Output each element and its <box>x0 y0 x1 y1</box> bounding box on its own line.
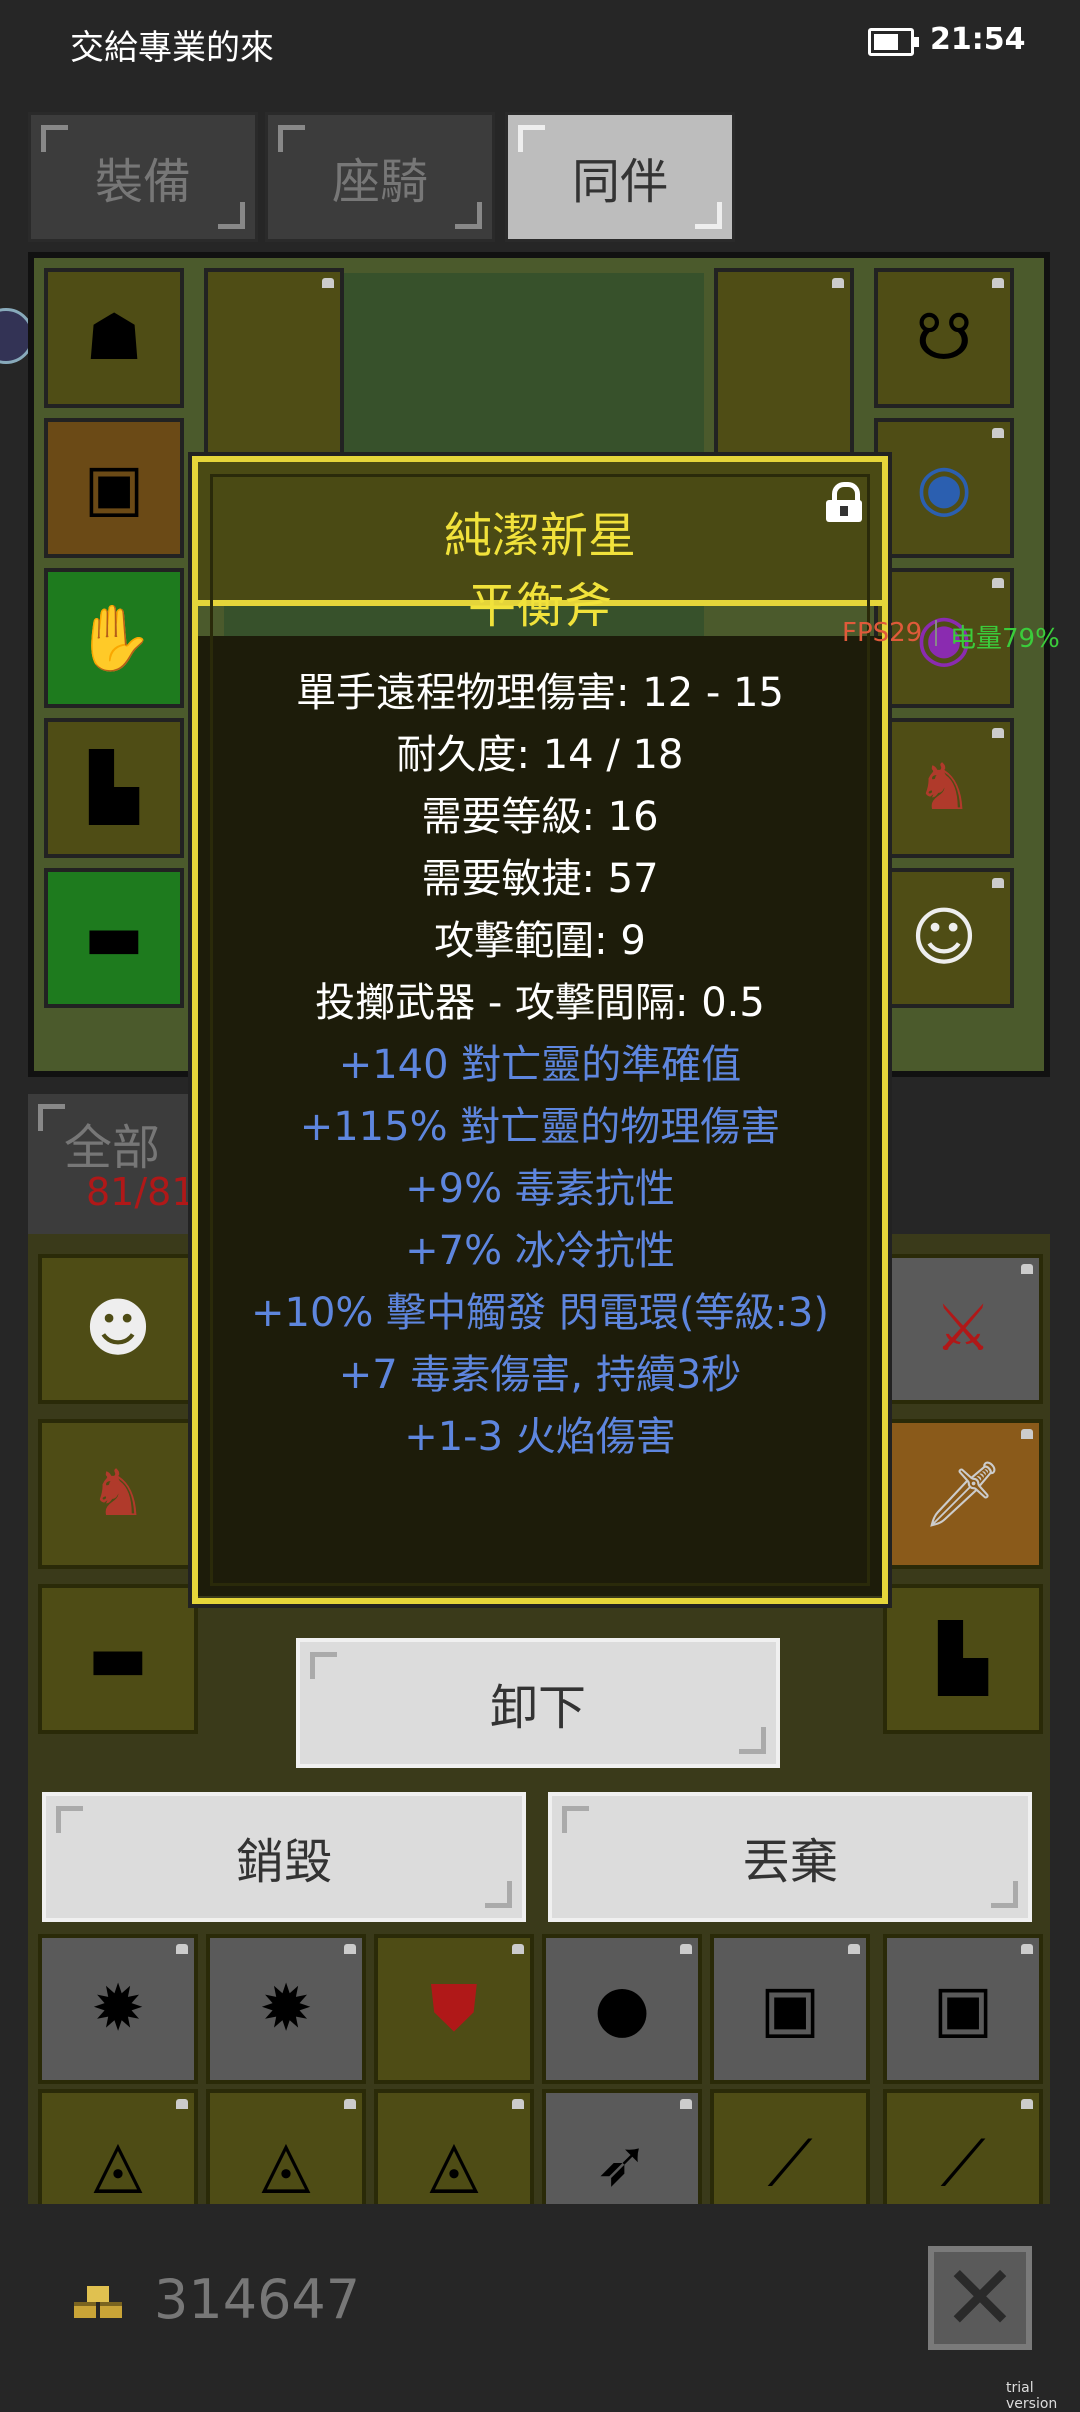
equip-slot-weapon[interactable] <box>204 268 344 488</box>
spiked-shield-icon: ✹ <box>259 1972 313 2046</box>
equip-slot-gloves[interactable]: ✋ <box>44 568 184 708</box>
unequip-button[interactable]: 卸下 <box>296 1638 780 1768</box>
close-icon: ✕ <box>942 2245 1018 2351</box>
item-name: 純潔新星 <box>443 508 636 564</box>
close-button[interactable]: ✕ <box>928 2245 1032 2351</box>
filter-label: 全部 <box>64 1120 161 1176</box>
armor-icon: ▣ <box>759 1972 821 2046</box>
app-title: 交給專業的來 <box>70 28 274 68</box>
cloak-icon: ◬ <box>93 2127 143 2201</box>
lock-icon <box>832 278 844 288</box>
inventory-slot[interactable]: ⟋ <box>710 2089 870 2204</box>
inventory-slot[interactable]: ⚔ <box>883 1254 1043 1404</box>
equip-slot-boots[interactable]: ▙ <box>44 718 184 858</box>
inventory-slot[interactable]: ▣ <box>883 1934 1043 2084</box>
equip-slot-armor[interactable]: ▣ <box>44 418 184 558</box>
boots-icon: ▙ <box>938 1622 988 1696</box>
tab-label: 同伴 <box>571 154 668 210</box>
inventory-slot[interactable]: ◬ <box>206 2089 366 2204</box>
armor-icon: ▣ <box>83 451 145 525</box>
shield-icon: ⛊ <box>430 1972 478 2046</box>
inventory-slot[interactable]: ◬ <box>374 2089 534 2204</box>
equip-slot-charm[interactable]: ♞ <box>874 718 1014 858</box>
scroll-icon: ☻ <box>84 1292 152 1366</box>
item-affix: +10% 擊中觸發 閃電環(等級:3) <box>251 1290 829 1336</box>
equip-slot-pet[interactable]: ☺ <box>874 868 1014 1008</box>
item-stat: 需要敏捷: 57 <box>421 856 659 902</box>
equip-slot-offhand[interactable] <box>714 268 854 488</box>
spiked-shield-icon: ✹ <box>91 1972 145 2046</box>
inventory-slot[interactable]: ➶ <box>542 2089 702 2204</box>
dragon-icon: ♞ <box>89 1457 147 1531</box>
tab-equipment[interactable]: 裝備 <box>28 112 258 242</box>
tab-companion[interactable]: 同伴 <box>505 112 735 242</box>
armor-icon: ▣ <box>932 1972 994 2046</box>
item-stat: 攻擊範圍: 9 <box>434 918 646 964</box>
cloak-icon: ◬ <box>261 2127 311 2201</box>
tab-mount[interactable]: 座騎 <box>265 112 495 242</box>
inventory-slot[interactable]: ▣ <box>710 1934 870 2084</box>
item-affix: +7 毒素傷害, 持續3秒 <box>338 1352 742 1398</box>
helmet-icon: ☗ <box>85 301 143 375</box>
inventory-slot[interactable]: 🗡 <box>883 1419 1043 1569</box>
inventory-count: 81/81 <box>86 1170 196 1214</box>
inventory-slot[interactable]: ✹ <box>38 1934 198 2084</box>
unequip-label: 卸下 <box>489 1680 586 1736</box>
inventory-slot[interactable]: ● <box>542 1934 702 2084</box>
ring-icon: ◉ <box>916 451 972 525</box>
inventory-slot[interactable]: ⛊ <box>374 1934 534 2084</box>
dagger-icon: 🗡 <box>922 1457 1004 1532</box>
equip-slot-ring1[interactable]: ◉ <box>874 418 1014 558</box>
equip-slot-belt[interactable]: ▬ <box>44 868 184 1008</box>
clock: 21:54 <box>930 22 1026 57</box>
item-stat: 單手遠程物理傷害: 12 - 15 <box>296 670 784 716</box>
overlay-divider <box>935 620 937 646</box>
belt-icon: ▬ <box>87 1622 149 1696</box>
item-stat: 需要等級: 16 <box>421 794 659 840</box>
sword-icon: ⚔ <box>934 1292 992 1366</box>
watermark: trial version <box>1006 2380 1058 2412</box>
inventory-slot[interactable]: ▙ <box>883 1584 1043 1734</box>
gold-coins-icon <box>74 2286 122 2318</box>
destroy-label: 銷毀 <box>235 1834 332 1890</box>
inventory-slot[interactable]: ◬ <box>38 2089 198 2204</box>
orb-icon: ● <box>594 1972 650 2046</box>
item-affix: +115% 對亡靈的物理傷害 <box>299 1104 781 1150</box>
battery-icon <box>868 28 919 56</box>
drop-button[interactable]: 丟棄 <box>548 1792 1032 1922</box>
item-stat: 耐久度: 14 / 18 <box>396 732 684 778</box>
item-affix: +9% 毒素抗性 <box>405 1166 675 1212</box>
spear-icon: ⟋ <box>940 2127 986 2201</box>
drop-label: 丟棄 <box>741 1834 838 1890</box>
tab-label: 座騎 <box>331 154 428 210</box>
inventory-slot[interactable]: ✹ <box>206 1934 366 2084</box>
inventory-slot[interactable]: ♞ <box>38 1419 198 1569</box>
item-stat: 投擲武器 - 攻擊間隔: 0.5 <box>315 980 765 1026</box>
boots-icon: ▙ <box>89 751 139 825</box>
cloak-icon: ◬ <box>429 2127 479 2201</box>
pet-icon: ☺ <box>910 901 978 975</box>
bow-icon: ➶ <box>595 2127 649 2201</box>
equip-slot-amulet[interactable]: ☋ <box>874 268 1014 408</box>
inventory-slot[interactable]: ⟋ <box>883 2089 1043 2204</box>
item-type: 平衡斧 <box>467 578 612 634</box>
fps-counter: FPS29 <box>842 618 923 648</box>
lock-icon <box>322 278 334 288</box>
spear-icon: ⟋ <box>767 2127 813 2201</box>
battery-percent: 电量79% <box>950 624 1060 654</box>
dragon-icon: ♞ <box>915 751 973 825</box>
item-affix: +7% 冰冷抗性 <box>405 1228 675 1274</box>
belt-icon: ▬ <box>83 901 145 975</box>
inventory-slot[interactable]: ☻ <box>38 1254 198 1404</box>
gloves-icon: ✋ <box>74 601 154 676</box>
item-affix: +140 對亡靈的準確值 <box>338 1042 742 1088</box>
amulet-icon: ☋ <box>915 301 973 375</box>
equip-slot-head[interactable]: ☗ <box>44 268 184 408</box>
inventory-slot[interactable]: ▬ <box>38 1584 198 1734</box>
gold-amount: 314647 <box>154 2268 361 2331</box>
destroy-button[interactable]: 銷毀 <box>42 1792 526 1922</box>
tab-label: 裝備 <box>94 154 191 210</box>
item-affix: +1-3 火焰傷害 <box>404 1414 676 1460</box>
